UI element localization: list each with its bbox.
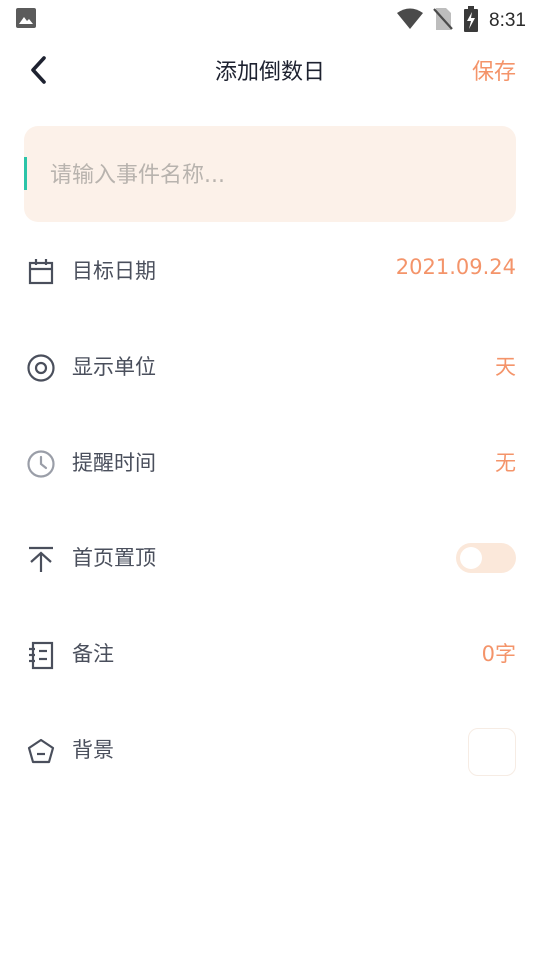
note-row[interactable]: 备注 0字	[0, 618, 540, 690]
no-sim-icon	[433, 7, 453, 35]
target-date-value: 2021.09.24	[395, 255, 516, 279]
display-unit-label: 显示单位	[72, 355, 156, 379]
wifi-icon	[397, 8, 424, 34]
event-name-container	[24, 126, 516, 224]
background-swatch[interactable]	[468, 728, 516, 776]
display-unit-row[interactable]: 显示单位 天	[0, 331, 540, 403]
pin-top-icon	[29, 546, 53, 572]
background-row[interactable]: 背景	[0, 714, 540, 786]
page-title: 添加倒数日	[214, 60, 325, 85]
reminder-time-value: 无	[495, 451, 516, 475]
notebook-icon	[29, 641, 54, 670]
reminder-time-row[interactable]: 提醒时间 无	[0, 427, 540, 499]
pin-top-toggle[interactable]	[456, 543, 516, 573]
battery-charging-icon	[463, 6, 479, 36]
status-bar: 8:31	[0, 0, 540, 36]
note-count: 0字	[481, 642, 516, 666]
display-unit-value: 天	[495, 355, 516, 379]
calendar-icon	[28, 259, 54, 285]
target-date-label: 目标日期	[72, 259, 156, 283]
reminder-time-label: 提醒时间	[72, 451, 156, 475]
background-label: 背景	[72, 738, 114, 762]
pentagon-icon	[27, 738, 55, 764]
clock-icon	[27, 450, 55, 478]
event-name-input[interactable]	[48, 126, 492, 224]
toggle-knob	[460, 547, 482, 569]
note-label: 备注	[72, 642, 114, 666]
eye-icon	[27, 354, 55, 382]
gallery-icon	[16, 8, 36, 32]
status-time: 8:31	[489, 10, 526, 31]
header: 添加倒数日 保存	[0, 40, 540, 100]
pin-top-row: 首页置顶	[0, 522, 540, 594]
pin-top-label: 首页置顶	[72, 546, 156, 570]
save-button[interactable]: 保存	[472, 54, 516, 86]
text-caret	[24, 157, 27, 190]
target-date-row[interactable]: 目标日期 2021.09.24	[0, 235, 540, 307]
